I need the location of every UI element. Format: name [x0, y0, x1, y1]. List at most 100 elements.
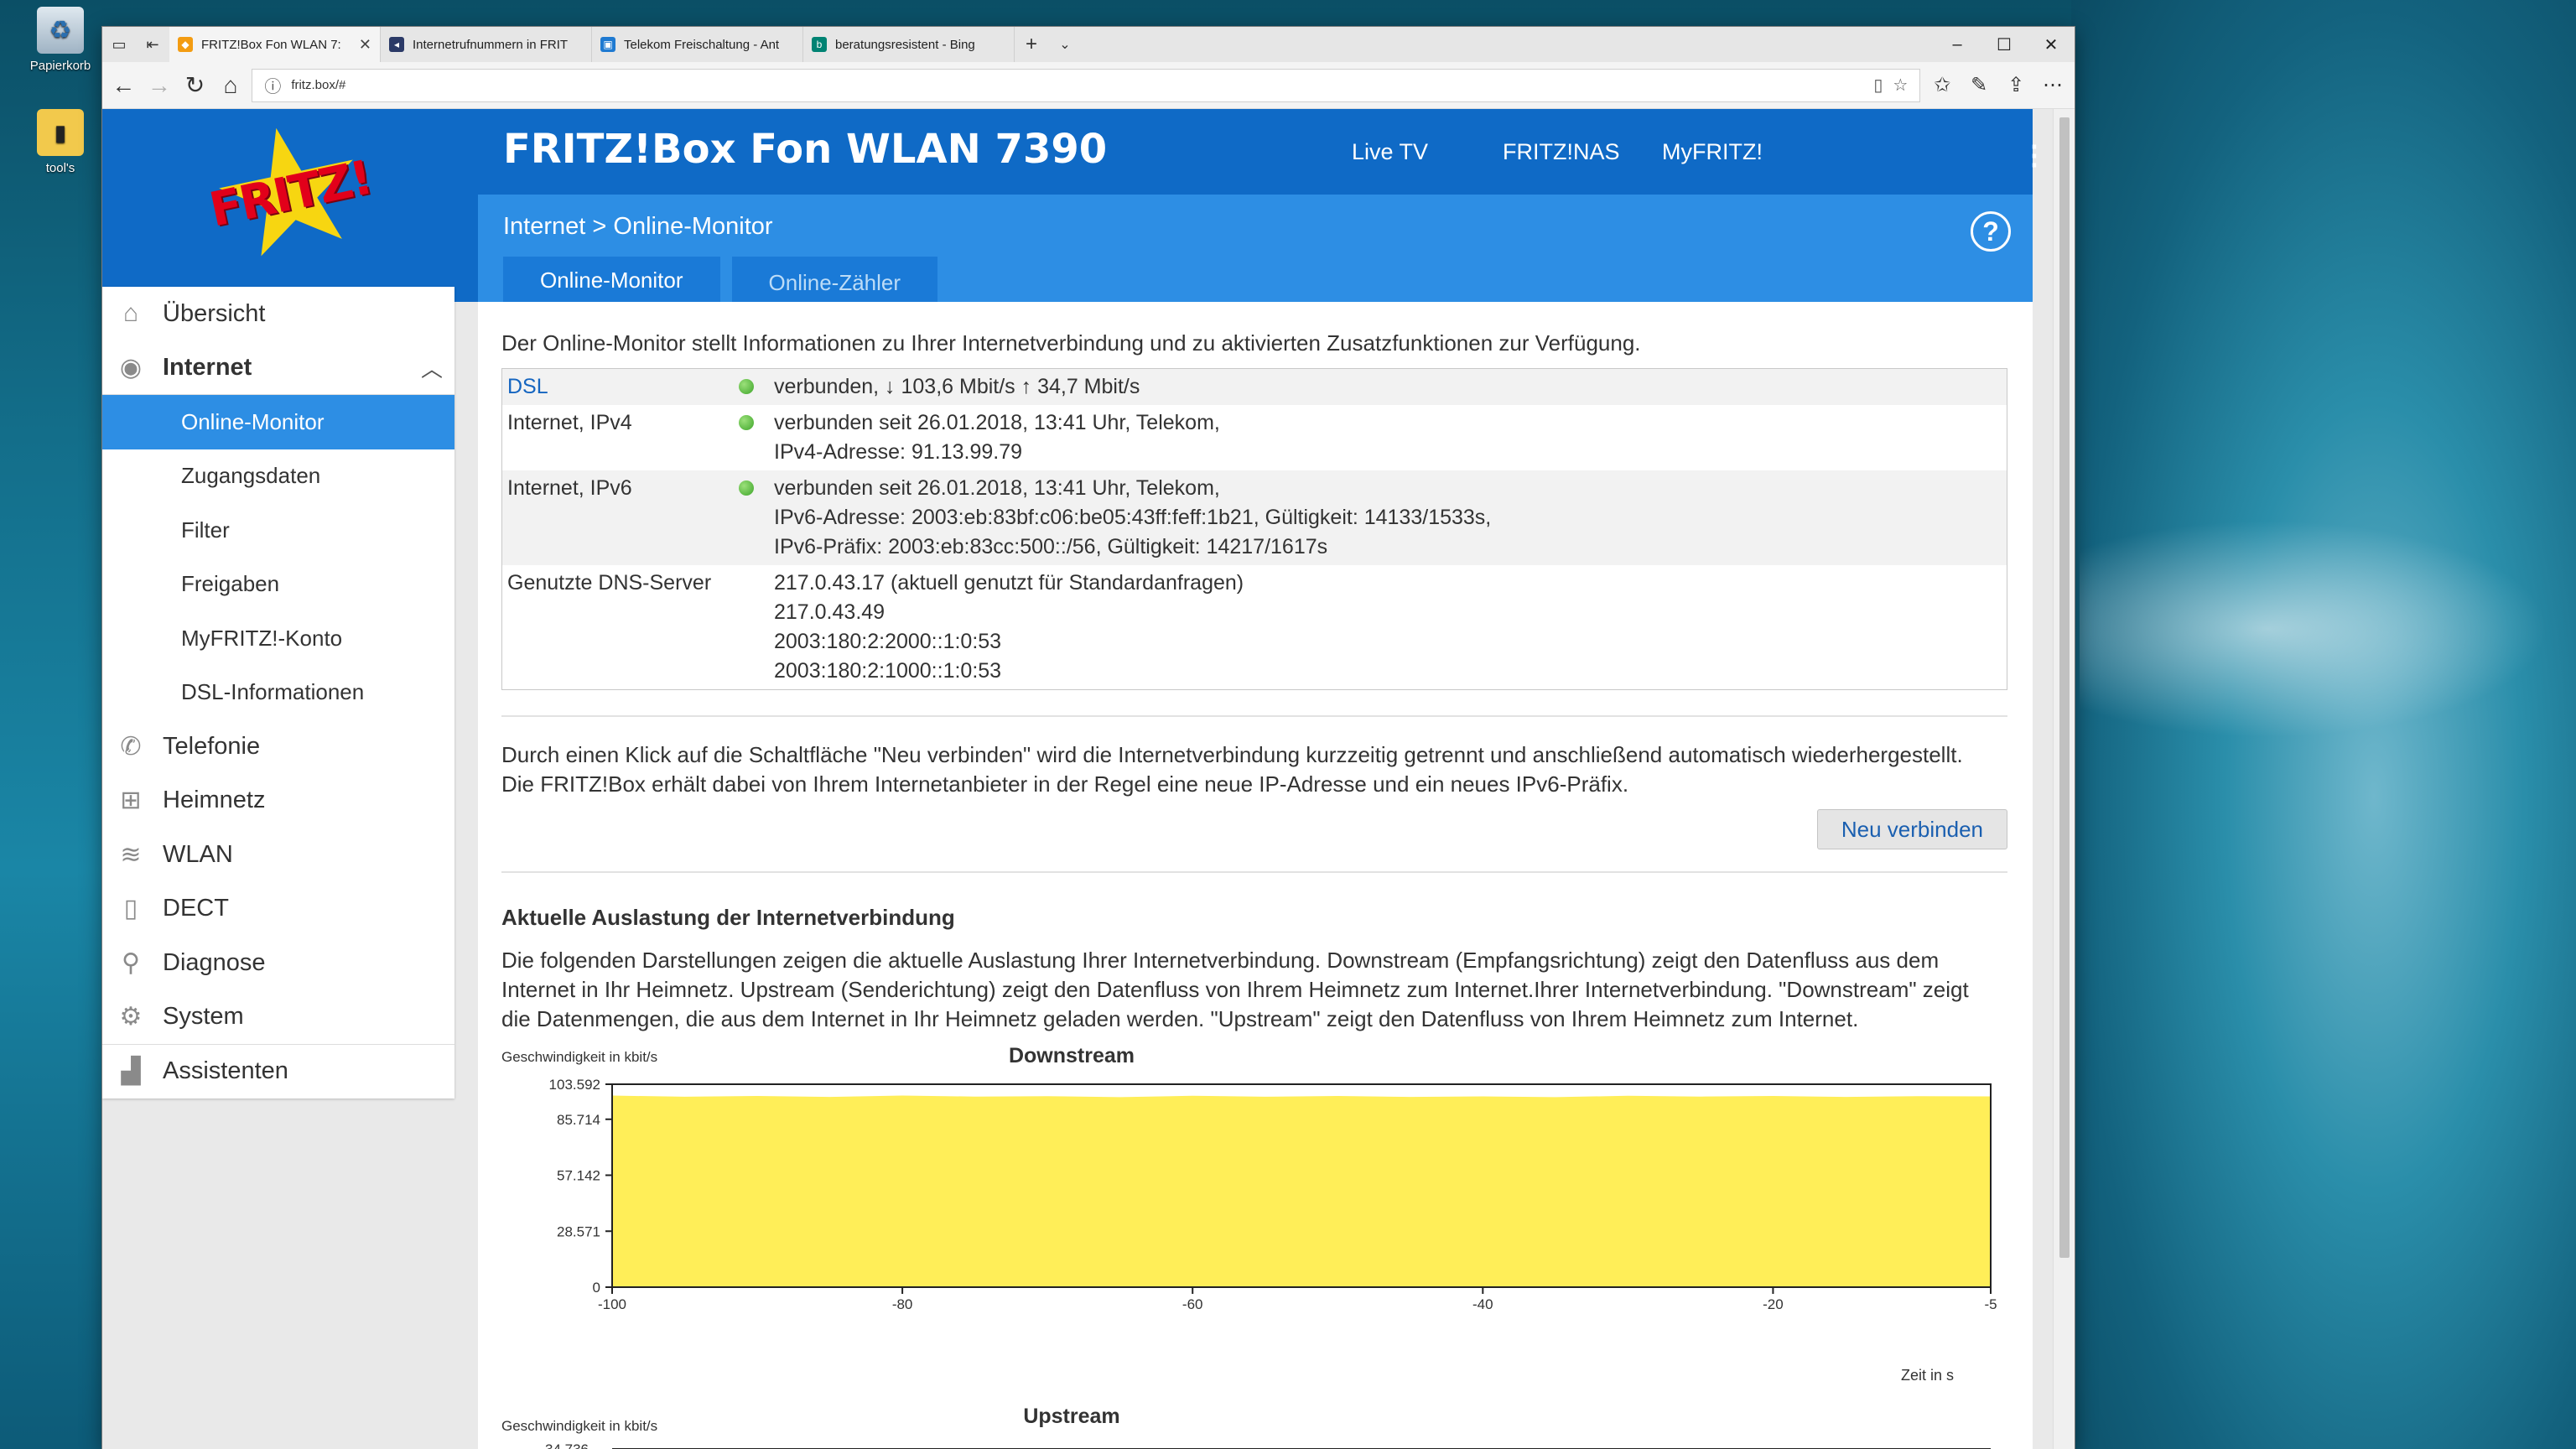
- sidebar-item-assistenten[interactable]: ▟ Assistenten: [102, 1044, 454, 1098]
- status-ok-icon: [739, 415, 754, 430]
- status-label-dsl[interactable]: DSL: [502, 372, 739, 402]
- url-field[interactable]: ⓘ fritz.box/# ▯ ☆: [252, 68, 1921, 102]
- page-title: FRITZ!Box Fon WLAN 7390: [503, 126, 1108, 173]
- load-text-line: Internet in Ihr Heimnetz. Upstream (Send…: [501, 977, 1969, 1002]
- favorites-hub-icon[interactable]: ✩: [1927, 67, 1957, 104]
- sidebar-item-label: Übersicht: [163, 299, 266, 327]
- sidebar-sub-zugangsdaten[interactable]: Zugangsdaten: [102, 449, 454, 504]
- sidebar-item-telefonie[interactable]: ✆ Telefonie: [102, 719, 454, 774]
- breadcrumb: Internet > Online-Monitor: [503, 213, 773, 241]
- new-tab-button[interactable]: +: [1015, 27, 1048, 62]
- favorite-star-icon[interactable]: ☆: [1893, 75, 1908, 96]
- scrollbar-thumb[interactable]: [2059, 117, 2070, 1258]
- sidebar-item-internet[interactable]: ◉ Internet ︿: [102, 341, 454, 395]
- sidebar-item-heimnetz[interactable]: ⊞ Heimnetz: [102, 774, 454, 828]
- chart-ytick-label: 28.571: [557, 1223, 600, 1239]
- status-label-ipv4: Internet, IPv4: [507, 411, 632, 434]
- tab-preview-button[interactable]: ▭: [102, 27, 136, 62]
- chart-ytick-label: 85.714: [557, 1112, 600, 1128]
- tab-title: Telekom Freischaltung - Ant: [624, 37, 780, 52]
- reconnect-button[interactable]: Neu verbinden: [1816, 809, 2007, 849]
- sidebar-item-diagnose[interactable]: ⚲ Diagnose: [102, 936, 454, 990]
- chart-xtick-label: -100: [598, 1296, 626, 1312]
- tab-online-zaehler[interactable]: Online-Zähler: [731, 257, 938, 309]
- sidebar: ⌂ Übersicht ◉ Internet ︿ Online-Monitor …: [102, 287, 454, 1098]
- browser-tab[interactable]: ◂ Internetrufnummern in FRIT: [381, 27, 592, 62]
- upstream-chart: Geschwindigkeit in kbit/s Upstream 34.73…: [501, 1393, 2007, 1449]
- folder-icon: ▮: [37, 109, 84, 156]
- sidebar-item-system[interactable]: ⚙ System: [102, 990, 454, 1045]
- close-tab-icon[interactable]: ✕: [359, 36, 371, 54]
- close-window-icon[interactable]: ✕: [2028, 27, 2075, 62]
- nav-fritz-nas[interactable]: FRITZ!NAS: [1503, 139, 1620, 165]
- tab-list-button[interactable]: ⌄: [1048, 27, 1082, 62]
- chart-ytick-label: 57.142: [557, 1168, 600, 1184]
- status-label-ipv6: Internet, IPv6: [507, 476, 632, 500]
- url-text[interactable]: fritz.box/#: [291, 78, 1863, 92]
- forward-button[interactable]: →: [145, 67, 174, 104]
- help-icon[interactable]: ?: [1971, 211, 2011, 252]
- maximize-icon[interactable]: ☐: [1981, 27, 2028, 62]
- tab-title: FRITZ!Box Fon WLAN 7:: [201, 37, 341, 52]
- chart-xtick-label: -5: [1984, 1296, 1997, 1312]
- back-button[interactable]: ←: [109, 67, 138, 104]
- status-value: 217.0.43.17 (aktuell genutzt für Standar…: [774, 569, 2007, 686]
- desktop-icon-recycle-bin[interactable]: ♻ Papierkorb: [18, 7, 102, 73]
- tab-online-monitor[interactable]: Online-Monitor: [503, 257, 720, 309]
- sidebar-item-label: System: [163, 1003, 244, 1031]
- recycle-bin-icon: ♻: [37, 7, 84, 54]
- share-icon[interactable]: ⇪: [2001, 67, 2031, 104]
- chart-xtick-label: -80: [892, 1296, 913, 1312]
- chevron-up-icon[interactable]: ︿: [421, 352, 443, 383]
- sidebar-sub-myfritz-konto[interactable]: MyFRITZ!-Konto: [102, 611, 454, 666]
- globe-icon: ◉: [119, 353, 143, 382]
- page-header: FRITZ! FRITZ!Box Fon WLAN 7390 Live TV F…: [102, 109, 2048, 309]
- home-button[interactable]: ⌂: [216, 67, 246, 104]
- browser-tab[interactable]: b beratungsresistent - Bing: [803, 27, 1015, 62]
- table-row: Internet, IPv6 verbunden seit 26.01.2018…: [502, 470, 2007, 565]
- kebab-menu-icon[interactable]: ⋮: [2021, 139, 2048, 171]
- reconnect-text: Durch einen Klick auf die Schaltfläche "…: [501, 740, 2011, 799]
- sidebar-item-uebersicht[interactable]: ⌂ Übersicht: [102, 287, 454, 341]
- sidebar-sub-freigaben[interactable]: Freigaben: [102, 558, 454, 612]
- divider: [501, 715, 2007, 717]
- sidebar-sub-online-monitor[interactable]: Online-Monitor: [102, 395, 454, 449]
- subheader: Internet > Online-Monitor ? Online-Monit…: [478, 195, 2033, 309]
- browser-tab[interactable]: ◆ FRITZ!Box Fon WLAN 7: ✕: [169, 27, 381, 62]
- status-dot: [739, 474, 774, 562]
- breadcrumb-current: Online-Monitor: [613, 213, 773, 240]
- sidebar-sub-dsl-informationen[interactable]: DSL-Informationen: [102, 666, 454, 720]
- status-value: verbunden, ↓ 103,6 Mbit/s ↑ 34,7 Mbit/s: [774, 372, 2007, 402]
- tab-title: beratungsresistent - Bing: [835, 37, 975, 52]
- chart-ytick-label: 103.592: [549, 1077, 600, 1093]
- minimize-icon[interactable]: –: [1934, 27, 1981, 62]
- nav-live-tv[interactable]: Live TV: [1352, 139, 1428, 165]
- diagnose-icon: ⚲: [122, 948, 140, 977]
- set-aside-tabs-button[interactable]: ⇤: [136, 27, 169, 62]
- fritz-favicon-icon: ◆: [178, 37, 193, 52]
- reading-view-icon[interactable]: ▯: [1873, 75, 1883, 96]
- status-ok-icon: [739, 379, 754, 394]
- desktop-icon-tools[interactable]: ▮ tool's: [18, 109, 102, 175]
- page-scrollbar[interactable]: [2053, 109, 2075, 1449]
- status-line: IPv4-Adresse: 91.13.99.79: [774, 440, 1023, 464]
- load-text-line: Die folgenden Darstellungen zeigen die a…: [501, 948, 1940, 973]
- web-note-icon[interactable]: ✎: [1964, 67, 1994, 104]
- nav-myfritz[interactable]: MyFRITZ!: [1662, 139, 1763, 165]
- browser-tab[interactable]: ▣ Telekom Freischaltung - Ant: [592, 27, 803, 62]
- sidebar-item-wlan[interactable]: ≋ WLAN: [102, 828, 454, 882]
- system-icon: ⚙: [119, 1003, 143, 1031]
- sidebar-item-dect[interactable]: ▯ DECT: [102, 882, 454, 937]
- more-menu-icon[interactable]: ⋯: [2038, 67, 2068, 104]
- status-value: verbunden seit 26.01.2018, 13:41 Uhr, Te…: [774, 408, 2007, 467]
- forum-favicon-icon: ▣: [600, 37, 615, 52]
- breadcrumb-internet[interactable]: Internet: [503, 213, 585, 240]
- home-icon: ⌂: [122, 299, 139, 328]
- status-line: 217.0.43.17 (aktuell genutzt für Standar…: [774, 571, 1244, 595]
- sidebar-item-label: Internet: [163, 353, 252, 381]
- refresh-button[interactable]: ↻: [180, 67, 210, 104]
- downstream-chart-svg: 0 28.571 57.142 85.714 103.592 -100 -80 -60 -40 -…: [549, 1077, 1997, 1312]
- sidebar-sub-filter[interactable]: Filter: [102, 503, 454, 558]
- load-text-line: die Datenmengen, die aus dem Internet in…: [501, 1006, 1859, 1031]
- fritz-logo[interactable]: FRITZ!: [102, 109, 478, 278]
